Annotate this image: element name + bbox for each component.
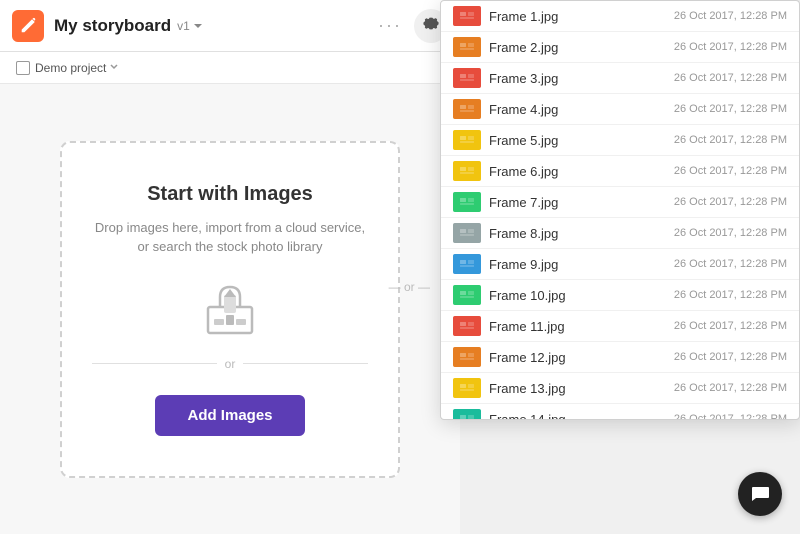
thumbnail-icon	[459, 383, 475, 393]
thumbnail-icon	[459, 42, 475, 52]
app-header: My storyboard v1 ···	[0, 0, 460, 52]
file-thumbnail	[453, 130, 481, 150]
file-name: Frame 11.jpg	[489, 319, 674, 334]
project-name[interactable]: Demo project	[35, 61, 106, 75]
file-thumbnail	[453, 316, 481, 336]
file-list-item[interactable]: Frame 13.jpg 26 Oct 2017, 12:28 PM	[441, 373, 799, 404]
file-name: Frame 8.jpg	[489, 226, 674, 241]
panel-or-divider: — or —	[389, 280, 430, 294]
file-name: Frame 13.jpg	[489, 381, 674, 396]
thumbnail-icon	[459, 321, 475, 331]
file-thumbnail	[453, 161, 481, 181]
file-name: Frame 3.jpg	[489, 71, 674, 86]
file-thumbnail	[453, 68, 481, 88]
file-name: Frame 10.jpg	[489, 288, 674, 303]
add-images-button[interactable]: Add Images	[155, 395, 304, 436]
file-date: 26 Oct 2017, 12:28 PM	[674, 10, 787, 22]
version-chevron-icon	[192, 20, 204, 32]
file-date: 26 Oct 2017, 12:28 PM	[674, 227, 787, 239]
file-date: 26 Oct 2017, 12:28 PM	[674, 41, 787, 53]
file-list-item[interactable]: Frame 14.jpg 26 Oct 2017, 12:28 PM	[441, 404, 799, 419]
storyboard-title: My storyboard	[54, 16, 171, 36]
thumbnail-icon	[459, 290, 475, 300]
file-name: Frame 1.jpg	[489, 9, 674, 24]
project-subheader: Demo project	[0, 52, 460, 84]
file-date: 26 Oct 2017, 12:28 PM	[674, 289, 787, 301]
file-name: Frame 2.jpg	[489, 40, 674, 55]
gear-icon	[422, 17, 440, 35]
file-date: 26 Oct 2017, 12:28 PM	[674, 134, 787, 146]
file-list-item[interactable]: Frame 5.jpg 26 Oct 2017, 12:28 PM	[441, 125, 799, 156]
drop-zone-title: Start with Images	[147, 183, 313, 206]
file-name: Frame 7.jpg	[489, 195, 674, 210]
file-thumbnail	[453, 254, 481, 274]
file-thumbnail	[453, 37, 481, 57]
file-date: 26 Oct 2017, 12:28 PM	[674, 103, 787, 115]
file-picker-panel: Frame 1.jpg 26 Oct 2017, 12:28 PM Frame …	[440, 0, 800, 420]
version-label[interactable]: v1	[177, 19, 204, 33]
file-list-item[interactable]: Frame 4.jpg 26 Oct 2017, 12:28 PM	[441, 94, 799, 125]
thumbnail-icon	[459, 135, 475, 145]
file-list-item[interactable]: Frame 3.jpg 26 Oct 2017, 12:28 PM	[441, 63, 799, 94]
file-list-item[interactable]: Frame 7.jpg 26 Oct 2017, 12:28 PM	[441, 187, 799, 218]
file-list-item[interactable]: Frame 11.jpg 26 Oct 2017, 12:28 PM	[441, 311, 799, 342]
project-folder-icon	[16, 61, 30, 75]
file-thumbnail	[453, 409, 481, 419]
file-thumbnail	[453, 285, 481, 305]
file-thumbnail	[453, 223, 481, 243]
file-date: 26 Oct 2017, 12:28 PM	[674, 320, 787, 332]
thumbnail-icon	[459, 166, 475, 176]
file-date: 26 Oct 2017, 12:28 PM	[674, 351, 787, 363]
chat-button[interactable]	[738, 472, 782, 516]
upload-icon	[200, 277, 260, 337]
file-name: Frame 6.jpg	[489, 164, 674, 179]
file-thumbnail	[453, 347, 481, 367]
file-name: Frame 14.jpg	[489, 412, 674, 420]
file-name: Frame 4.jpg	[489, 102, 674, 117]
file-date: 26 Oct 2017, 12:28 PM	[674, 413, 787, 419]
thumbnail-icon	[459, 414, 475, 419]
thumbnail-icon	[459, 352, 475, 362]
project-chevron-icon[interactable]	[109, 59, 119, 77]
file-list: Frame 1.jpg 26 Oct 2017, 12:28 PM Frame …	[441, 1, 799, 419]
chat-icon	[750, 484, 770, 504]
file-date: 26 Oct 2017, 12:28 PM	[674, 196, 787, 208]
file-thumbnail	[453, 192, 481, 212]
app-logo	[12, 10, 44, 42]
file-list-item[interactable]: Frame 9.jpg 26 Oct 2017, 12:28 PM	[441, 249, 799, 280]
file-date: 26 Oct 2017, 12:28 PM	[674, 382, 787, 394]
file-date: 26 Oct 2017, 12:28 PM	[674, 165, 787, 177]
file-list-item[interactable]: Frame 1.jpg 26 Oct 2017, 12:28 PM	[441, 1, 799, 32]
or-divider: or	[92, 357, 368, 371]
file-name: Frame 12.jpg	[489, 350, 674, 365]
drop-zone-description: Drop images here, import from a cloud se…	[92, 218, 368, 257]
more-options-button[interactable]: ···	[378, 15, 402, 36]
thumbnail-icon	[459, 259, 475, 269]
thumbnail-icon	[459, 11, 475, 21]
file-date: 26 Oct 2017, 12:28 PM	[674, 258, 787, 270]
file-thumbnail	[453, 6, 481, 26]
file-date: 26 Oct 2017, 12:28 PM	[674, 72, 787, 84]
file-list-item[interactable]: Frame 6.jpg 26 Oct 2017, 12:28 PM	[441, 156, 799, 187]
file-list-item[interactable]: Frame 10.jpg 26 Oct 2017, 12:28 PM	[441, 280, 799, 311]
pencil-icon	[19, 17, 37, 35]
thumbnail-icon	[459, 228, 475, 238]
file-name: Frame 5.jpg	[489, 133, 674, 148]
thumbnail-icon	[459, 104, 475, 114]
drop-zone[interactable]: Start with Images Drop images here, impo…	[60, 141, 400, 478]
thumbnail-icon	[459, 73, 475, 83]
file-list-item[interactable]: Frame 12.jpg 26 Oct 2017, 12:28 PM	[441, 342, 799, 373]
file-name: Frame 9.jpg	[489, 257, 674, 272]
main-content: Start with Images Drop images here, impo…	[0, 84, 460, 534]
file-list-item[interactable]: Frame 2.jpg 26 Oct 2017, 12:28 PM	[441, 32, 799, 63]
file-list-item[interactable]: Frame 8.jpg 26 Oct 2017, 12:28 PM	[441, 218, 799, 249]
file-thumbnail	[453, 378, 481, 398]
file-thumbnail	[453, 99, 481, 119]
thumbnail-icon	[459, 197, 475, 207]
left-panel: My storyboard v1 ··· Demo project Start …	[0, 0, 460, 534]
